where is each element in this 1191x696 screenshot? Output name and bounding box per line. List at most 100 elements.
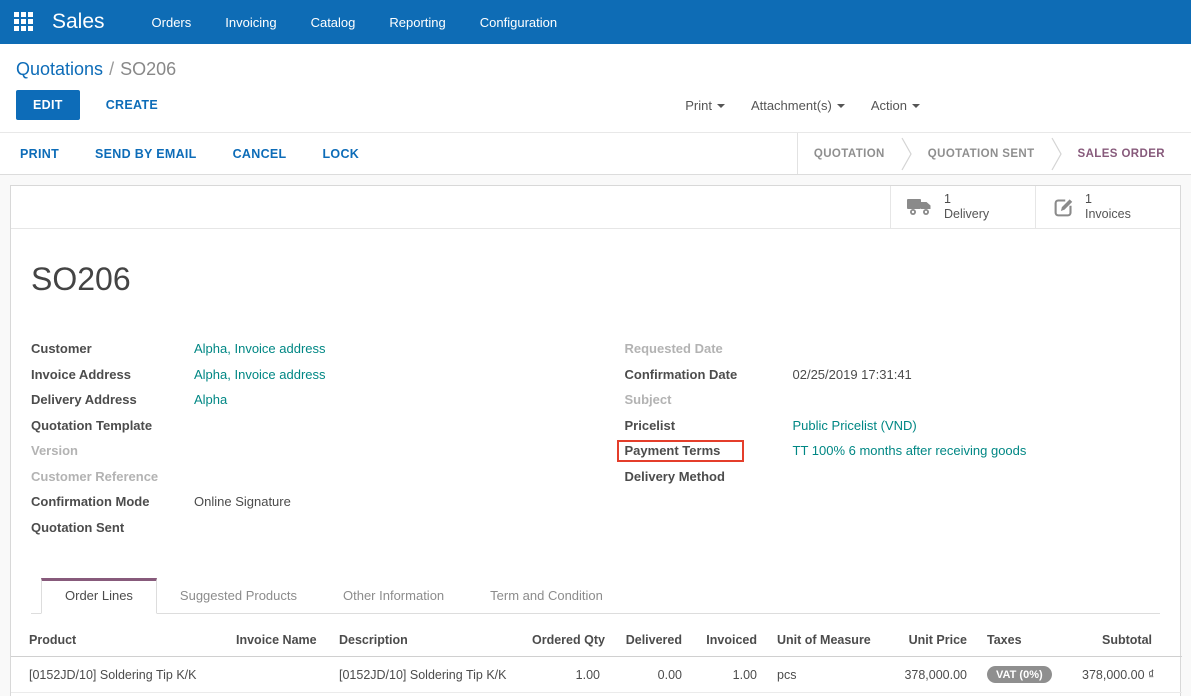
customer-reference-label: Customer Reference	[31, 466, 194, 484]
payment-terms-highlight-box: Payment Terms	[617, 440, 745, 462]
tab-suggested-products[interactable]: Suggested Products	[157, 578, 320, 614]
menu-catalog[interactable]: Catalog	[298, 9, 369, 36]
tax-badge[interactable]: VAT (0%)	[987, 666, 1052, 683]
invoice-address-label: Invoice Address	[31, 364, 194, 382]
control-panel-buttons: EDIT CREATE Print Attachment(s) Action	[0, 80, 1191, 132]
field-confirmation-mode: Confirmation Mode Online Signature	[31, 491, 596, 517]
edit-button[interactable]: EDIT	[16, 90, 80, 120]
status-quotation[interactable]: QUOTATION	[798, 133, 901, 174]
menu-invoicing[interactable]: Invoicing	[212, 9, 289, 36]
cell-invoice-name[interactable]	[226, 657, 329, 693]
workflow-buttons: PRINT SEND BY EMAIL CANCEL LOCK	[0, 133, 797, 174]
status-sales-order[interactable]: SALES ORDER	[1062, 133, 1181, 174]
notebook: Order Lines Suggested Products Other Inf…	[31, 578, 1160, 693]
status-quotation-sent[interactable]: QUOTATION SENT	[912, 133, 1051, 174]
field-payment-terms: Payment Terms TT 100% 6 months after rec…	[625, 440, 1161, 466]
caret-down-icon	[717, 104, 725, 108]
quotation-template-label: Quotation Template	[31, 415, 194, 433]
confirmation-date-label: Confirmation Date	[625, 364, 793, 382]
attachments-dropdown[interactable]: Attachment(s)	[751, 98, 845, 113]
invoices-count: 1	[1085, 192, 1131, 207]
breadcrumb-quotations[interactable]: Quotations	[16, 59, 103, 79]
field-group-left: Customer Alpha, Invoice address Invoice …	[31, 338, 596, 542]
print-button[interactable]: PRINT	[20, 147, 59, 161]
send-by-email-button[interactable]: SEND BY EMAIL	[95, 147, 197, 161]
cell-uom[interactable]: pcs	[767, 657, 875, 693]
col-unit-price[interactable]: Unit Price	[875, 626, 977, 657]
record-title: SO206	[31, 261, 1160, 298]
apps-menu-icon[interactable]	[14, 12, 34, 32]
breadcrumb-separator: /	[109, 59, 114, 79]
chevron-right-icon	[901, 133, 912, 174]
order-lines-table: Product Invoice Name Description Ordered…	[11, 626, 1182, 693]
col-subtotal[interactable]: Subtotal	[1072, 626, 1182, 657]
breadcrumb: Quotations / SO206	[0, 44, 1191, 80]
action-dropdown[interactable]: Action	[871, 98, 920, 113]
field-confirmation-date: Confirmation Date 02/25/2019 17:31:41	[625, 364, 1161, 390]
invoice-address-value[interactable]: Alpha, Invoice address	[194, 364, 326, 382]
cell-ordered-qty[interactable]: 1.00	[522, 657, 610, 693]
col-invoice-name[interactable]: Invoice Name	[226, 626, 329, 657]
table-row[interactable]: [0152JD/10] Soldering Tip K/K [0152JD/10…	[11, 657, 1182, 693]
col-taxes[interactable]: Taxes	[977, 626, 1072, 657]
field-requested-date: Requested Date	[625, 338, 1161, 364]
cell-invoiced[interactable]: 1.00	[692, 657, 767, 693]
quotation-sent-label: Quotation Sent	[31, 517, 194, 535]
cell-subtotal[interactable]: 378,000.00 ₫	[1072, 657, 1182, 693]
field-grid: Customer Alpha, Invoice address Invoice …	[31, 338, 1160, 542]
lock-button[interactable]: LOCK	[323, 147, 360, 161]
caret-down-icon	[837, 104, 845, 108]
confirmation-mode-value: Online Signature	[194, 491, 291, 509]
col-product[interactable]: Product	[11, 626, 226, 657]
col-delivered[interactable]: Delivered	[610, 626, 692, 657]
payment-terms-label: Payment Terms	[625, 440, 793, 459]
top-navbar: Sales Orders Invoicing Catalog Reporting…	[0, 0, 1191, 44]
menu-configuration[interactable]: Configuration	[467, 9, 570, 36]
delivery-address-value[interactable]: Alpha	[194, 389, 227, 407]
invoices-smart-button[interactable]: 1 Invoices	[1035, 186, 1180, 228]
sheet-body: SO206 Customer Alpha, Invoice address In…	[11, 261, 1180, 696]
cell-delivered[interactable]: 0.00	[610, 657, 692, 693]
cancel-button[interactable]: CANCEL	[233, 147, 287, 161]
confirmation-date-value: 02/25/2019 17:31:41	[793, 364, 912, 382]
field-delivery-method: Delivery Method	[625, 466, 1161, 492]
delivery-label: Delivery	[944, 207, 989, 222]
caret-down-icon	[912, 104, 920, 108]
smart-button-box: 1 Delivery 1 Invoices	[11, 186, 1180, 229]
confirmation-mode-label: Confirmation Mode	[31, 491, 194, 509]
delivery-smart-button[interactable]: 1 Delivery	[890, 186, 1035, 228]
col-unit-of-measure[interactable]: Unit of Measure	[767, 626, 875, 657]
customer-value[interactable]: Alpha, Invoice address	[194, 338, 326, 356]
delivery-method-label: Delivery Method	[625, 466, 793, 484]
cell-unit-price[interactable]: 378,000.00	[875, 657, 977, 693]
field-subject: Subject	[625, 389, 1161, 415]
edit-icon	[1052, 197, 1075, 218]
col-description[interactable]: Description	[329, 626, 522, 657]
field-invoice-address: Invoice Address Alpha, Invoice address	[31, 364, 596, 390]
truck-icon	[907, 197, 934, 217]
cell-product[interactable]: [0152JD/10] Soldering Tip K/K	[11, 657, 226, 693]
pricelist-value[interactable]: Public Pricelist (VND)	[793, 415, 917, 433]
field-customer: Customer Alpha, Invoice address	[31, 338, 596, 364]
breadcrumb-current-record: SO206	[120, 59, 176, 79]
payment-terms-value[interactable]: TT 100% 6 months after receiving goods	[793, 440, 1027, 458]
create-button[interactable]: CREATE	[106, 98, 158, 112]
col-ordered-qty[interactable]: Ordered Qty	[522, 626, 610, 657]
app-name[interactable]: Sales	[52, 10, 105, 34]
print-dropdown[interactable]: Print	[685, 98, 725, 113]
cell-description[interactable]: [0152JD/10] Soldering Tip K/K	[329, 657, 522, 693]
cell-taxes[interactable]: VAT (0%)	[977, 657, 1072, 693]
top-menu: Orders Invoicing Catalog Reporting Confi…	[139, 9, 571, 36]
tab-term-and-condition[interactable]: Term and Condition	[467, 578, 626, 614]
menu-orders[interactable]: Orders	[139, 9, 205, 36]
statusbar-row: PRINT SEND BY EMAIL CANCEL LOCK QUOTATIO…	[0, 132, 1191, 175]
field-version: Version	[31, 440, 596, 466]
subject-label: Subject	[625, 389, 793, 407]
tab-order-lines[interactable]: Order Lines	[41, 578, 157, 614]
col-invoiced[interactable]: Invoiced	[692, 626, 767, 657]
delivery-count: 1	[944, 192, 989, 207]
invoices-label: Invoices	[1085, 207, 1131, 222]
field-quotation-sent: Quotation Sent	[31, 517, 596, 543]
tab-other-information[interactable]: Other Information	[320, 578, 467, 614]
menu-reporting[interactable]: Reporting	[376, 9, 458, 36]
